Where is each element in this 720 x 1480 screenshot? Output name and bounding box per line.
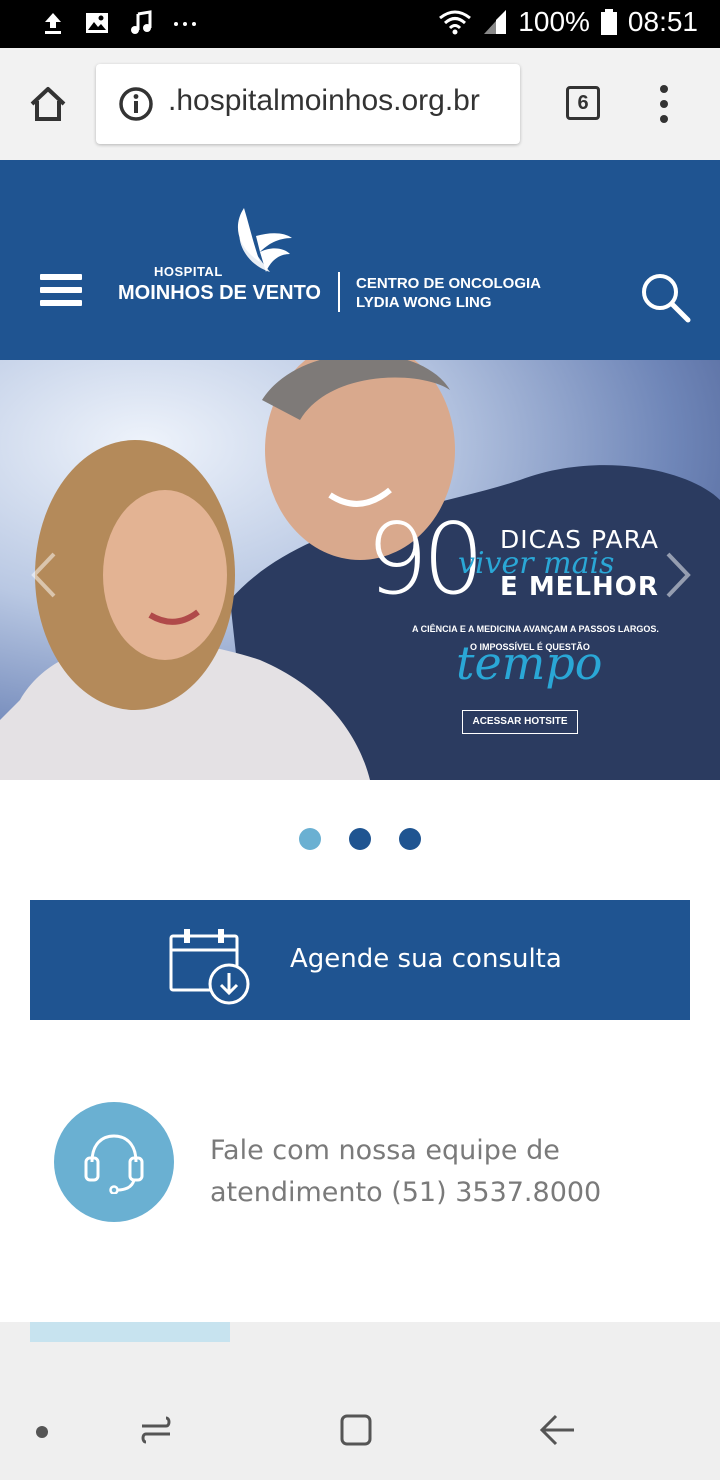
hero-sub-line1: A CIÊNCIA E A MEDICINA AVANÇAM A PASSOS … [412,624,659,634]
status-bar: 100% 08:51 [0,0,720,48]
prev-slide-arrow-icon[interactable] [28,550,58,600]
music-icon [131,10,152,34]
search-icon[interactable] [640,272,692,324]
carousel-dot-1[interactable] [299,828,321,850]
support-line2[interactable]: atendimento (51) 3537.8000 [210,1172,630,1214]
info-icon[interactable] [118,86,154,122]
wing-logo-icon [237,208,292,272]
battery-icon [600,9,617,35]
image-icon [86,13,108,33]
clock: 08:51 [627,6,698,37]
logo-divider [338,272,340,312]
hero-carousel-slide[interactable]: 90 DICAS PARA viver mais E MELHOR A CIÊN… [0,360,720,780]
center-name-line1: CENTRO DE ONCOLOGIA [356,275,542,292]
logo-main-text: MOINHOS DE VENTO [118,282,321,304]
home-icon[interactable] [28,84,68,124]
partial-section-tab [30,1322,230,1342]
center-name-line2: LYDIA WONG LING [356,294,492,311]
calendar-download-icon [169,929,250,1005]
schedule-appointment-button[interactable]: Agende sua consulta [30,900,690,1020]
hero-melhor-text: E MELHOR [500,572,659,602]
carousel-dot-3[interactable] [399,828,421,850]
next-slide-arrow-icon[interactable] [664,550,694,600]
logo-small-text: HOSPITAL [154,264,223,279]
page-bottom-area [0,1322,720,1480]
signal-icon [484,10,507,34]
schedule-appointment-label: Agende sua consulta [290,944,562,974]
carousel-dot-2[interactable] [349,828,371,850]
battery-percent: 100% [518,6,590,37]
browser-toolbar: .hospitalmoinhos.org.br 6 [0,48,720,160]
site-header: HOSPITAL MOINHOS DE VENTO CENTRO DE ONCO… [0,160,720,360]
nav-dot-icon[interactable] [36,1426,48,1438]
headset-icon [84,1134,144,1194]
support-line1: Fale com nossa equipe de [210,1135,560,1166]
support-icon-circle [54,1102,174,1222]
more-dots-icon [174,22,196,26]
url-text[interactable]: .hospitalmoinhos.org.br [168,84,480,118]
back-button-icon[interactable] [538,1412,578,1448]
tab-switcher-button[interactable]: 6 [566,86,600,120]
home-button-icon[interactable] [338,1412,374,1448]
support-contact-text: Fale com nossa equipe de atendimento (51… [210,1130,630,1214]
hamburger-menu-icon[interactable] [40,272,82,308]
overflow-menu-icon[interactable] [654,84,674,124]
access-hotsite-button[interactable]: ACESSAR HOTSITE [462,710,578,734]
recent-apps-icon[interactable] [138,1412,174,1448]
address-bar[interactable]: .hospitalmoinhos.org.br [96,64,520,144]
upload-icon [45,13,61,34]
wifi-icon [439,10,472,35]
hero-tempo-text: tempo [456,636,603,690]
